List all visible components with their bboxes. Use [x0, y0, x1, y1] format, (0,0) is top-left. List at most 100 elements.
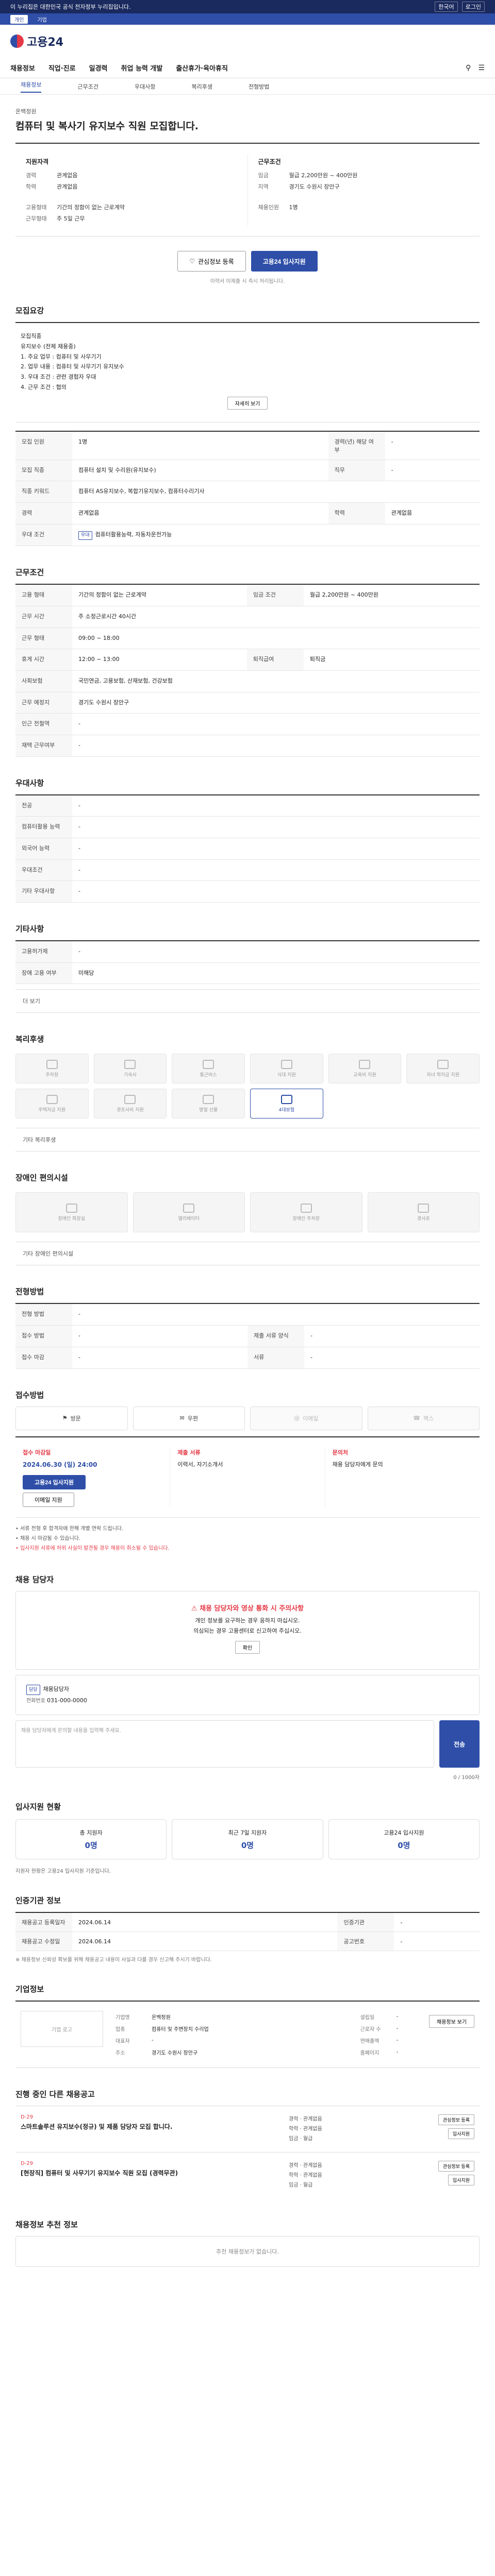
tab-pref[interactable]: 우대사항 [135, 82, 155, 91]
gnb-item-training[interactable]: 취업 능력 개발 [121, 63, 163, 73]
meta-line: 경력 · 관계없음 [289, 2163, 322, 2169]
summary-key: 지역 [258, 183, 269, 190]
inquiry-input[interactable]: 채용 담당자에게 문의할 내용을 입력해 주세요. [15, 1720, 434, 1768]
visit-icon: ⚑ [62, 1415, 68, 1422]
method-label: 방문 [70, 1415, 81, 1422]
process-docs-value: 이력서, 자기소개서 [177, 1461, 223, 1468]
table-row: 사회보험 국민연금, 고용보험, 산재보험, 건강보험 [15, 670, 480, 692]
tab-work[interactable]: 근무조건 [77, 82, 98, 91]
table-key: 모집 인원 [15, 431, 72, 460]
section-title-stats: 입사지원 현황 [15, 1802, 61, 1812]
etc-more-label[interactable]: 더 보기 [23, 998, 40, 1005]
welfare-item: 주택자금 지원 [15, 1089, 89, 1119]
table-value: - [72, 1303, 480, 1326]
process-bullets: • 서류 전형 후 합격자에 한해 개별 연락 드립니다. • 채용 시 마감될… [15, 1524, 480, 1553]
gnb-item-career[interactable]: 직업·진로 [48, 63, 76, 73]
table-key: 근무 형태 [15, 628, 72, 650]
table-key: 인근 전철역 [15, 713, 72, 735]
section-title-etc: 기타사항 [15, 924, 44, 934]
disable-extra-label: 기타 장애인 편의시설 [23, 1250, 74, 1258]
disable-item: 엘리베이터 [133, 1192, 245, 1233]
summary-row: 지역 경기도 수원시 장안구 [258, 182, 470, 191]
other-job-title[interactable]: [현장직] 컴퓨터 및 사무기기 유지보수 직원 모집 (경력무관) [21, 2168, 278, 2178]
table-key: 장애 고용 여부 [15, 962, 72, 985]
disable-grid: 장애인 화장실 엘리베이터 장애인 주차장 경사로 [15, 1192, 480, 1233]
job-title-area: 온백정원 컴퓨터 및 복사기 유지보수 직원 모집합니다. [15, 95, 480, 138]
section-title-welfare: 복리후생 [15, 1035, 44, 1044]
welfare-grid: 주차장 기숙사 통근버스 식대 지원 교육비 지원 자녀 학자금 지원 주택자금… [15, 1054, 480, 1119]
summary-value: 경기도 수원시 장안구 [289, 183, 340, 190]
section-title-company: 기업정보 [15, 1985, 44, 1994]
table-value: - [304, 1325, 480, 1347]
bullet-item: • 채용 시 마감될 수 있습니다. [15, 1535, 81, 1541]
other-job-title[interactable]: 스마트솔루션 유지보수(정규) 및 제품 담당자 모집 합니다. [21, 2122, 278, 2132]
table-key: 연매출액 [360, 2039, 380, 2045]
welfare-label: 기숙사 [124, 1072, 137, 1078]
meta-line: 학력 · 관계없음 [289, 2173, 322, 2179]
table-value: 우대 컴퓨터활용능력, 자동차운전가능 [72, 524, 480, 547]
other-job-apply-button[interactable]: 입사지원 [448, 2175, 474, 2186]
method-email[interactable]: @ 이메일 [250, 1406, 362, 1430]
other-job-scrap-button[interactable]: 관심정보 등록 [438, 2161, 474, 2172]
tab-recruit[interactable]: 채용정보 [21, 80, 42, 93]
process-label: 문의처 [332, 1449, 349, 1456]
search-icon[interactable]: ⚲ [466, 64, 471, 72]
summary-right: 근무조건 임금 월급 2,200만원 ~ 400만원 지역 경기도 수원시 장안구 … [247, 154, 480, 226]
table-value: - [396, 2014, 399, 2020]
table-row: 외국어 능력 - [15, 838, 480, 860]
scrap-button[interactable]: ♡ 관심정보 등록 [177, 251, 246, 272]
other-job-item[interactable]: D-29 [현장직] 컴퓨터 및 사무기기 유지보수 직원 모집 (경력무관) … [15, 2152, 480, 2198]
process-contact: 문의처 채용 담당자에게 문의 [324, 1447, 480, 1507]
process-apply-button[interactable]: 고용24 입사지원 [23, 1475, 86, 1489]
user-type-company[interactable]: 기업 [37, 15, 46, 23]
other-job-scrap-button[interactable]: 관심정보 등록 [438, 2114, 474, 2126]
method-fax[interactable]: ☎ 팩스 [367, 1406, 480, 1430]
table-row: 전공 - [15, 794, 480, 817]
welfare-item: 통근버스 [172, 1054, 245, 1084]
welfare-label: 경조사비 지원 [117, 1107, 144, 1113]
email-icon: @ [294, 1415, 300, 1422]
gnb-item-jobs[interactable]: 채용정보 [10, 63, 35, 73]
summary-right-title: 근무조건 [258, 158, 281, 165]
other-job-apply-button[interactable]: 입사지원 [448, 2128, 474, 2140]
tab-method[interactable]: 전형방법 [249, 82, 269, 91]
gnb-item-experience[interactable]: 일경력 [89, 63, 108, 73]
table-row: 기타 우대사항 - [15, 880, 480, 903]
login-button[interactable]: 로그인 [461, 2, 485, 12]
table-value: - [304, 1347, 480, 1369]
alert-confirm-button[interactable]: 확인 [235, 1641, 260, 1654]
other-job-item[interactable]: D-29 스마트솔루션 유지보수(정규) 및 제품 담당자 모집 합니다. 경력… [15, 2106, 480, 2152]
company-jobs-button[interactable]: 채용정보 보기 [429, 2015, 474, 2028]
scrap-label: 관심정보 등록 [198, 258, 234, 265]
lang-button[interactable]: 한국어 [435, 2, 458, 12]
table-value: 2024.06.14 [72, 1931, 338, 1952]
other-job-dday: D-29 [21, 2161, 34, 2167]
section-title-pref: 우대사항 [15, 778, 44, 788]
user-type-personal[interactable]: 개인 [10, 14, 28, 24]
tab-welfare[interactable]: 복리후생 [191, 82, 212, 91]
table-key: 직무 [328, 460, 385, 482]
inquiry-send-button[interactable]: 전송 [439, 1720, 480, 1768]
method-visit[interactable]: ⚑ 방문 [15, 1406, 128, 1430]
site-logo[interactable]: 고용24 [10, 33, 63, 49]
table-key: 대표자 [116, 2039, 130, 2045]
process-email-button[interactable]: 이메일 지원 [23, 1492, 74, 1507]
table-row: 고용 형태 기간의 정함이 없는 근로계약 임금 조건 월급 2,200만원 ~ 40… [15, 584, 480, 606]
table-value: 미해당 [72, 962, 480, 985]
pref-value: 컴퓨터활용능력, 자동차운전가능 [95, 531, 172, 538]
welfare-label: 자녀 학자금 지원 [426, 1072, 459, 1078]
menu-icon[interactable]: ☰ [478, 64, 485, 72]
gnb-item-leave[interactable]: 출산휴가·육아휴직 [176, 63, 228, 73]
parking-icon [46, 1059, 58, 1069]
recruit-more-button[interactable]: 자세히 보기 [227, 396, 268, 410]
table-key: 근무 예정지 [15, 692, 72, 714]
main-nav: 채용정보 직업·진로 일경력 취업 능력 개발 출산휴가·육아휴직 ⚲ ☰ [0, 58, 495, 78]
apply-button[interactable]: 고용24 입사지원 [251, 251, 318, 272]
disable-label: 장애인 주차장 [292, 1216, 320, 1222]
company-table: 기업명 온백정원 설립일 - 업종 컴퓨터 및 주변장치 수리업 근로자 수 - 대표자 - 연… [112, 2011, 420, 2058]
alert-line: 개인 정보를 요구하는 경우 응하지 마십시오. [195, 1617, 300, 1624]
table-row: 인근 전철역 - [15, 713, 480, 735]
method-mail[interactable]: ✉ 우편 [133, 1406, 245, 1430]
table-key: 접수 마감 [15, 1347, 72, 1369]
process-deadline-value: 2024.06.30 (일) 24:00 [23, 1461, 97, 1469]
